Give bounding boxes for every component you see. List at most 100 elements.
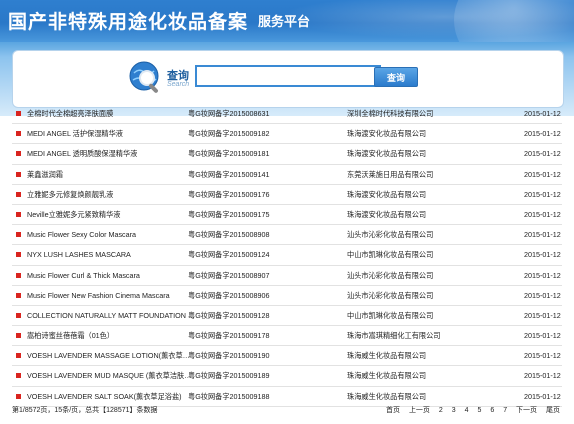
list-item[interactable]: Music Flower New Fashion Cinema Mascara 粤… bbox=[12, 286, 562, 306]
registration-number: 粤G妆网备字2015009141 bbox=[188, 169, 270, 179]
list-item[interactable]: COLLECTION NATURALLY MATT FOUNDATION … 粤G… bbox=[12, 306, 562, 327]
header-globe-decoration bbox=[454, 0, 574, 42]
list-item[interactable]: 立雅妮多元修复焕颜靓乳液 粤G妆网备字2015009176 珠海渡安化妆品有限公司 2… bbox=[12, 185, 562, 205]
bullet-icon bbox=[16, 373, 21, 379]
search-label-en: Search bbox=[167, 81, 190, 88]
filing-date: 2015-01-12 bbox=[524, 109, 561, 118]
bullet-icon bbox=[16, 252, 21, 258]
record-list: 全棉时代全棉超亮泽肤面膜 粤G妆网备字2015008631 深圳全棉时代科技有限公司… bbox=[12, 104, 562, 407]
filing-date: 2015-01-12 bbox=[524, 149, 561, 159]
registration-number: 粤G妆网备字2015009190 bbox=[188, 351, 270, 361]
product-name-link[interactable]: 莱鑫滋润霜 bbox=[27, 170, 199, 180]
filing-date: 2015-01-12 bbox=[524, 189, 561, 199]
company-name: 珠海威生化妆品有限公司 bbox=[347, 391, 427, 401]
company-name: 珠海渡安化妆品有限公司 bbox=[347, 129, 427, 139]
list-item[interactable]: MEDI ANGEL 透明质酸保湿精华液 粤G妆网备字2015009181 珠海渡安… bbox=[12, 144, 562, 165]
company-name: 珠海渡安化妆品有限公司 bbox=[347, 209, 427, 219]
bullet-icon bbox=[16, 312, 21, 318]
search-panel: 查询 Search 查询 bbox=[12, 50, 564, 108]
registration-number: 粤G妆网备字2015009188 bbox=[188, 391, 270, 401]
company-name: 汕头市沁彩化妆品有限公司 bbox=[347, 270, 434, 280]
product-name-link[interactable]: VOESH LAVENDER SALT SOAK(薰衣草足浴盐) bbox=[27, 392, 199, 402]
filing-date: 2015-01-12 bbox=[524, 371, 561, 381]
registration-number: 粤G妆网备字2015008908 bbox=[188, 230, 270, 240]
product-name-link[interactable]: Neville立雅妮多元紧致精华液 bbox=[27, 210, 199, 220]
list-item[interactable]: VOESH LAVENDER MASSAGE LOTION(薰衣草… 粤G妆网备字… bbox=[12, 346, 562, 367]
bullet-icon bbox=[16, 171, 21, 177]
company-name: 中山市凯琳化妆品有限公司 bbox=[347, 250, 434, 260]
list-item[interactable]: VOESH LAVENDER MUD MASQUE (薰衣草洁肤… 粤G妆网备字2… bbox=[12, 366, 562, 387]
header-banner: 国产非特殊用途化妆品备案 服务平台 bbox=[0, 0, 574, 42]
next-page-link[interactable]: 下一页 bbox=[516, 407, 537, 414]
bullet-icon bbox=[16, 393, 21, 399]
registration-number: 粤G妆网备字2015009182 bbox=[188, 129, 270, 139]
bullet-icon bbox=[16, 292, 21, 298]
prev-page-link[interactable]: 上一页 bbox=[409, 407, 430, 414]
registration-number: 粤G妆网备字2015009176 bbox=[188, 189, 270, 199]
site-subtitle: 服务平台 bbox=[258, 15, 311, 30]
product-name-link[interactable]: 立雅妮多元修复焕颜靓乳液 bbox=[27, 190, 199, 200]
filing-date: 2015-01-12 bbox=[524, 209, 561, 219]
product-name-link[interactable]: VOESH LAVENDER MUD MASQUE (薰衣草洁肤… bbox=[27, 371, 199, 381]
page-link[interactable]: 7 bbox=[503, 407, 507, 414]
page-link[interactable]: 3 bbox=[452, 407, 456, 414]
list-item[interactable]: MEDI ANGEL 活护保湿精华液 粤G妆网备字2015009182 珠海渡安化妆… bbox=[12, 124, 562, 145]
product-name-link[interactable]: 全棉时代全棉超亮泽肤面膜 bbox=[27, 109, 199, 119]
bullet-icon bbox=[16, 191, 21, 197]
product-name-link[interactable]: MEDI ANGEL 活护保湿精华液 bbox=[27, 129, 199, 139]
product-name-link[interactable]: Music Flower New Fashion Cinema Mascara bbox=[27, 291, 199, 300]
registration-number: 粤G妆网备字2015009181 bbox=[188, 149, 270, 159]
product-name-link[interactable]: Music Flower Sexy Color Mascara bbox=[27, 230, 199, 239]
pagination-summary: 第1/8572页，15条/页，总共【128571】条数据 bbox=[12, 407, 158, 414]
bullet-icon bbox=[16, 333, 21, 339]
site-title: 国产非特殊用途化妆品备案 bbox=[8, 11, 249, 33]
first-page-link[interactable]: 首页 bbox=[386, 407, 400, 414]
company-name: 珠海威生化妆品有限公司 bbox=[347, 351, 427, 361]
product-name-link[interactable]: VOESH LAVENDER MASSAGE LOTION(薰衣草… bbox=[27, 351, 199, 361]
product-name-link[interactable]: NYX LUSH LASHES MASCARA bbox=[27, 250, 199, 259]
bullet-icon bbox=[16, 131, 21, 137]
company-name: 中山市凯琳化妆品有限公司 bbox=[347, 310, 434, 320]
filing-date: 2015-01-12 bbox=[524, 250, 561, 260]
product-name-link[interactable]: MEDI ANGEL 透明质酸保湿精华液 bbox=[27, 149, 199, 159]
filing-date: 2015-01-12 bbox=[524, 270, 561, 280]
filing-date: 2015-01-12 bbox=[524, 230, 561, 240]
bullet-icon bbox=[16, 232, 21, 238]
bullet-icon bbox=[16, 272, 21, 278]
page-link[interactable]: 6 bbox=[490, 407, 494, 414]
page-link[interactable]: 4 bbox=[465, 407, 469, 414]
list-item[interactable]: 嵩柏诗蜜丝蓓蓓霜（01色） 粤G妆网备字2015009178 珠海市嵩琪精细化工有限… bbox=[12, 326, 562, 347]
list-item[interactable]: NYX LUSH LASHES MASCARA 粤G妆网备字2015009124 中… bbox=[12, 245, 562, 266]
list-item[interactable]: 全棉时代全棉超亮泽肤面膜 粤G妆网备字2015008631 深圳全棉时代科技有限公司… bbox=[12, 104, 562, 125]
list-item[interactable]: Music Flower Curl & Thick Mascara 粤G妆网备字2… bbox=[12, 266, 562, 286]
page-link[interactable]: 2 bbox=[439, 407, 443, 414]
registration-number: 粤G妆网备字2015009124 bbox=[188, 250, 270, 260]
registration-number: 粤G妆网备字2015009128 bbox=[188, 310, 270, 320]
bullet-icon bbox=[16, 353, 21, 359]
list-item[interactable]: Neville立雅妮多元紧致精华液 粤G妆网备字2015009175 珠海渡安化妆品… bbox=[12, 205, 562, 226]
last-page-link[interactable]: 尾页 bbox=[546, 407, 560, 414]
bullet-icon bbox=[16, 111, 21, 116]
search-button[interactable]: 查询 bbox=[374, 67, 418, 87]
company-name: 东莞沃莱施日用品有限公司 bbox=[347, 169, 434, 179]
company-name: 珠海渡安化妆品有限公司 bbox=[347, 149, 427, 159]
company-name: 深圳全棉时代科技有限公司 bbox=[347, 109, 434, 118]
bullet-icon bbox=[16, 151, 21, 157]
search-input[interactable] bbox=[195, 65, 381, 87]
product-name-link[interactable]: 嵩柏诗蜜丝蓓蓓霜（01色） bbox=[27, 331, 199, 341]
list-footer: 第1/8572页，15条/页，总共【128571】条数据 首页 上一页 2 3 … bbox=[12, 405, 562, 417]
company-name: 珠海市嵩琪精细化工有限公司 bbox=[347, 331, 441, 341]
product-name-link[interactable]: COLLECTION NATURALLY MATT FOUNDATION … bbox=[27, 311, 199, 320]
list-item[interactable]: VOESH LAVENDER SALT SOAK(薰衣草足浴盐) 粤G妆网备字20… bbox=[12, 387, 562, 407]
page-link[interactable]: 5 bbox=[477, 407, 481, 414]
bullet-icon bbox=[16, 211, 21, 217]
company-name: 珠海渡安化妆品有限公司 bbox=[347, 189, 427, 199]
filing-date: 2015-01-12 bbox=[524, 351, 561, 361]
product-name-link[interactable]: Music Flower Curl & Thick Mascara bbox=[27, 271, 199, 280]
filing-date: 2015-01-12 bbox=[524, 331, 561, 341]
filing-date: 2015-01-12 bbox=[524, 169, 561, 179]
list-item[interactable]: Music Flower Sexy Color Mascara 粤G妆网备字201… bbox=[12, 225, 562, 246]
filing-date: 2015-01-12 bbox=[524, 310, 561, 320]
list-item[interactable]: 莱鑫滋润霜 粤G妆网备字2015009141 东莞沃莱施日用品有限公司 2015-01… bbox=[12, 165, 562, 185]
registration-number: 粤G妆网备字2015009189 bbox=[188, 371, 270, 381]
